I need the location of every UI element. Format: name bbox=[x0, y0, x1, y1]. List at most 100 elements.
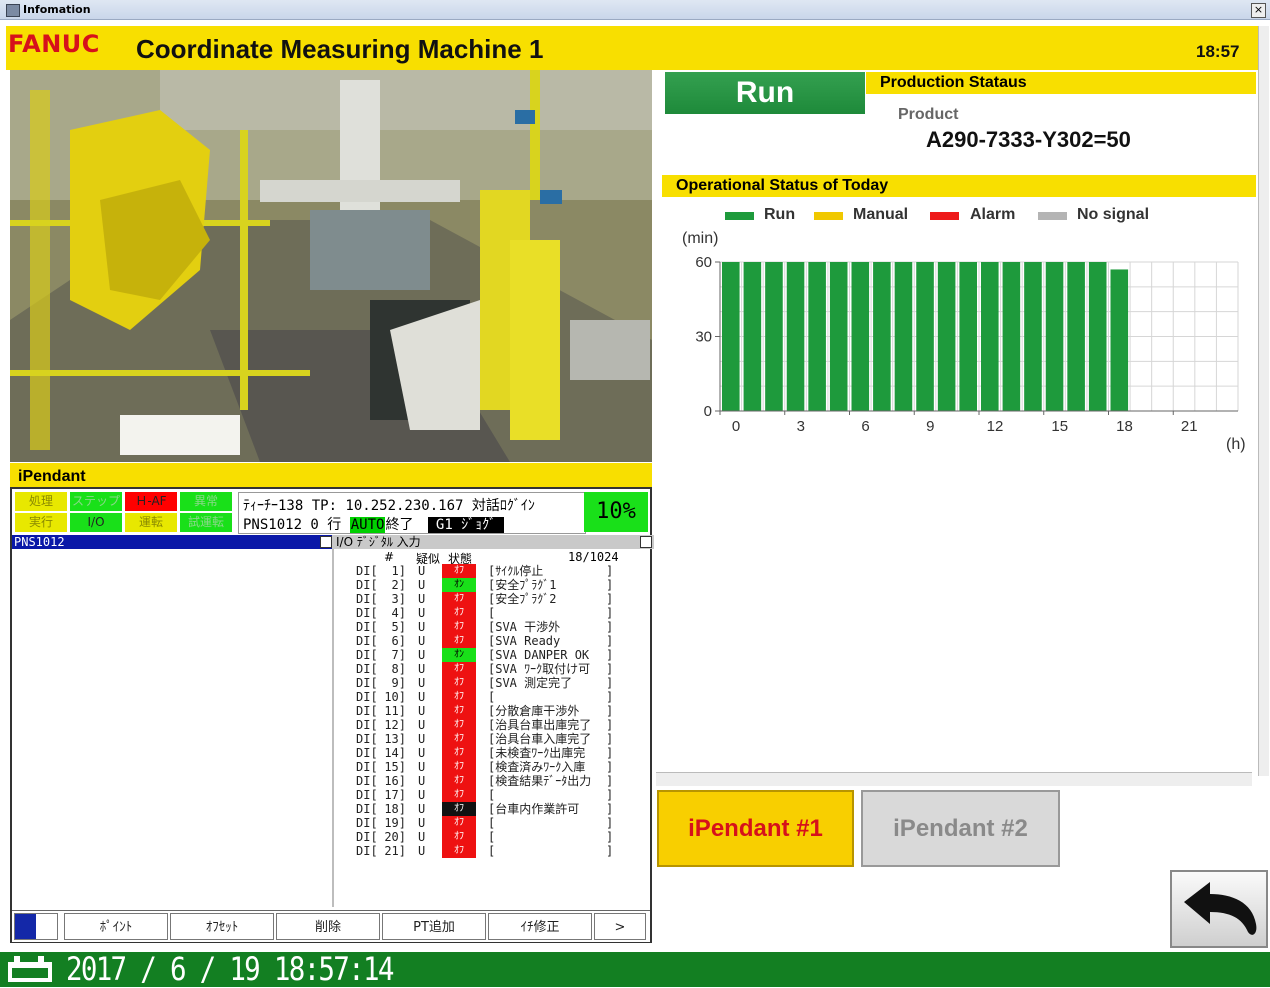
io-state-badge[interactable]: ｵﾌ bbox=[442, 732, 476, 746]
io-state-badge[interactable]: ｵﾌ bbox=[442, 746, 476, 760]
io-comment: [検査済みﾜｰｸ入庫 bbox=[488, 760, 586, 774]
window-close-button[interactable]: × bbox=[1251, 3, 1266, 18]
io-state-badge[interactable]: ｵﾌ bbox=[442, 760, 476, 774]
product-label: Product bbox=[898, 106, 959, 123]
io-comment: [安全ﾌﾟﾗｸﾞ1 bbox=[488, 578, 557, 592]
x-tick-label: 0 bbox=[732, 418, 740, 435]
io-comment: [ bbox=[488, 816, 496, 830]
status-button-operation[interactable]: 運転 bbox=[125, 513, 177, 532]
horizontal-scrollbar[interactable] bbox=[656, 772, 1252, 786]
fanuc-logo: FANUC bbox=[8, 30, 100, 58]
maximize-icon[interactable] bbox=[320, 536, 332, 548]
io-comment: [治具台車入庫完了 bbox=[488, 732, 592, 746]
status-button-process[interactable]: 処理 bbox=[15, 492, 67, 511]
io-state-badge[interactable]: ｵﾌ bbox=[442, 662, 476, 676]
io-comment-end: ] bbox=[606, 564, 614, 578]
function-key-next[interactable]: > bbox=[594, 913, 646, 940]
function-key-point[interactable]: ﾎﾟｲﾝﾄ bbox=[64, 913, 168, 940]
status-button-fault[interactable]: 異常 bbox=[180, 492, 232, 511]
status-line-1: ﾃｨｰﾁｰ138 TP: 10.252.230.167 対話ﾛｸﾞｲﾝ bbox=[243, 498, 535, 514]
chart-bar bbox=[916, 262, 934, 411]
io-comment-end: ] bbox=[606, 718, 614, 732]
status-label: I/O bbox=[87, 515, 105, 529]
io-number: 1] bbox=[391, 564, 406, 578]
y-tick-label: 60 bbox=[695, 254, 712, 271]
io-state-badge[interactable]: ｵﾝ bbox=[442, 648, 476, 662]
io-state-badge[interactable]: ｵﾌ bbox=[442, 620, 476, 634]
status-text-box: ﾃｨｰﾁｰ138 TP: 10.252.230.167 対話ﾛｸﾞｲﾝ PNS1… bbox=[238, 492, 586, 534]
function-key-bar: ﾎﾟｲﾝﾄ ｵﾌｾｯﾄ 削除 PT追加 ｲﾁ修正 > bbox=[12, 910, 650, 942]
io-state-badge[interactable]: ｵﾌ bbox=[442, 802, 476, 816]
io-simulated: U bbox=[418, 662, 426, 676]
program-window-name: PNS1012 bbox=[14, 535, 65, 549]
io-simulated: U bbox=[418, 648, 426, 662]
io-state-badge[interactable]: ｵﾌ bbox=[442, 634, 476, 648]
ipendant-1-button[interactable]: iPendant #1 bbox=[657, 790, 854, 867]
chart-bar bbox=[981, 262, 999, 411]
function-key-offset[interactable]: ｵﾌｾｯﾄ bbox=[170, 913, 274, 940]
io-state-badge[interactable]: ｵﾌ bbox=[442, 816, 476, 830]
program-window-title: PNS1012 bbox=[12, 535, 334, 549]
program-line: PNS1012 0 行 bbox=[243, 517, 342, 533]
io-state-badge[interactable]: ｵﾌ bbox=[442, 774, 476, 788]
status-button-step[interactable]: ステップ bbox=[70, 492, 122, 511]
io-number: 21] bbox=[384, 844, 406, 858]
back-button[interactable] bbox=[1170, 870, 1268, 948]
io-comment-end: ] bbox=[606, 690, 614, 704]
status-label: 処理 bbox=[28, 494, 53, 508]
io-state-badge[interactable]: ｵﾌ bbox=[442, 690, 476, 704]
footer-datetime: 2017 / 6 / 19 18:57:14 bbox=[66, 950, 394, 988]
io-type: DI[ bbox=[356, 718, 378, 732]
io-type: DI[ bbox=[356, 746, 378, 760]
io-number: 15] bbox=[384, 760, 406, 774]
io-comment: [ bbox=[488, 788, 496, 802]
operational-status-title: Operational Status of Today bbox=[676, 177, 889, 194]
io-state-badge[interactable]: ｵﾌ bbox=[442, 704, 476, 718]
io-type: DI[ bbox=[356, 620, 378, 634]
chart-bar bbox=[1024, 262, 1042, 411]
io-state-badge[interactable]: ｵﾌ bbox=[442, 844, 476, 858]
chart-bar bbox=[1088, 262, 1107, 411]
io-window-title: I/O ﾃﾞｼﾞﾀﾙ 入力 bbox=[332, 535, 654, 549]
io-comment: [未検査ﾜｰｸ出庫完 bbox=[488, 746, 586, 760]
io-state-badge[interactable]: ｵﾌ bbox=[442, 788, 476, 802]
override-percent[interactable]: 10% bbox=[584, 492, 648, 532]
io-comment: [SVA 干渉外 bbox=[488, 620, 561, 634]
y-axis-unit: (min) bbox=[682, 230, 719, 247]
io-simulated: U bbox=[418, 844, 426, 858]
window-titlebar: Infomation × bbox=[0, 0, 1270, 20]
io-state-badge[interactable]: ｵﾌ bbox=[442, 830, 476, 844]
legend-swatch-nosignal bbox=[1038, 212, 1067, 220]
status-button-test[interactable]: 試運転 bbox=[180, 513, 232, 532]
y-tick-label: 0 bbox=[704, 403, 712, 420]
io-number: 3] bbox=[391, 592, 406, 606]
io-comment: [ bbox=[488, 690, 496, 704]
function-key-delete[interactable]: 削除 bbox=[276, 913, 380, 940]
function-key-toggle[interactable] bbox=[14, 913, 58, 940]
io-state-badge[interactable]: ｵﾌ bbox=[442, 592, 476, 606]
io-state-badge[interactable]: ｵﾌ bbox=[442, 718, 476, 732]
io-simulated: U bbox=[418, 718, 426, 732]
window-divider[interactable] bbox=[332, 549, 334, 907]
status-button-io[interactable]: I/O bbox=[70, 513, 122, 532]
io-state-badge[interactable]: ｵﾌ bbox=[442, 676, 476, 690]
io-type: DI[ bbox=[356, 704, 378, 718]
function-key-pt-add[interactable]: PT追加 bbox=[382, 913, 486, 940]
io-state-badge[interactable]: ｵﾌ bbox=[442, 564, 476, 578]
chart-bar bbox=[1067, 262, 1085, 411]
chart-bar bbox=[959, 262, 977, 411]
ipendant-2-button[interactable]: iPendant #2 bbox=[861, 790, 1060, 867]
status-button-running[interactable]: 実行 bbox=[15, 513, 67, 532]
function-key-position-edit[interactable]: ｲﾁ修正 bbox=[488, 913, 592, 940]
chart-bar bbox=[829, 262, 848, 411]
vertical-scrollbar[interactable] bbox=[1258, 26, 1269, 776]
io-state-badge[interactable]: ｵﾝ bbox=[442, 578, 476, 592]
io-type: DI[ bbox=[356, 676, 378, 690]
io-state-badge[interactable]: ｵﾌ bbox=[442, 606, 476, 620]
chart-bar bbox=[765, 262, 783, 411]
status-button-hold[interactable]: Ｈ-AF bbox=[125, 492, 177, 511]
io-comment: [治具台車出庫完了 bbox=[488, 718, 592, 732]
io-number: 5] bbox=[391, 620, 406, 634]
chart-bar bbox=[722, 262, 740, 411]
maximize-icon[interactable] bbox=[640, 536, 652, 548]
